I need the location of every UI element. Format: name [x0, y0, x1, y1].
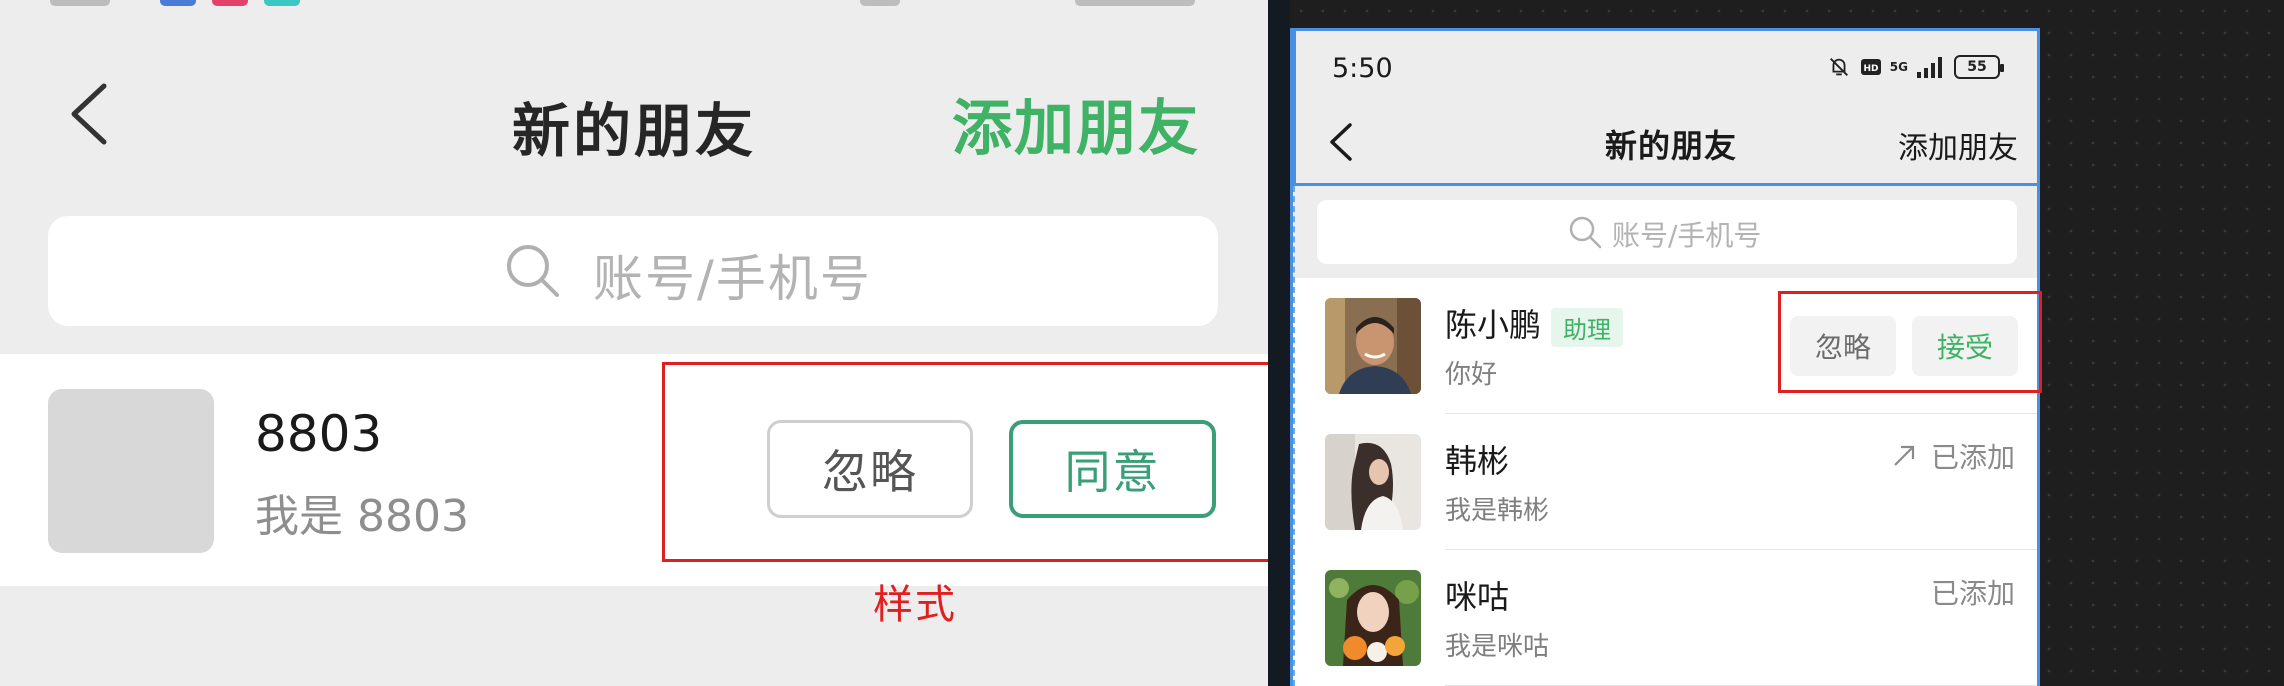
svg-text:HD: HD [1863, 64, 1878, 74]
status-fragment [50, 0, 110, 6]
battery-icon: 55 [1954, 55, 2004, 79]
search-placeholder: 账号/手机号 [593, 250, 872, 308]
battery-level: 55 [1967, 59, 1987, 75]
divider [1268, 0, 1290, 686]
app-notification-icon [264, 0, 300, 6]
app-notification-icon [212, 0, 248, 6]
status-icons: HD 5G 55 [1826, 53, 2004, 81]
cropped-status-bar [0, 0, 1268, 14]
app-notification-icon [160, 0, 196, 6]
status-fragment [1075, 0, 1195, 6]
annotation-label: 样式 [873, 582, 957, 628]
selection-dashed-outline [1293, 186, 2037, 686]
add-friend-link[interactable]: 添加朋友 [952, 80, 1200, 167]
signal-icon [1917, 57, 1942, 78]
header: 5:50 HD 5G 55 新的朋友 添加朋友 [1293, 28, 2037, 186]
annotation-highlight-box [662, 362, 1268, 562]
hd-icon: HD [1860, 59, 1881, 75]
search-input[interactable]: 账号/手机号 [48, 216, 1218, 326]
contact-message: 我是 8803 [255, 491, 469, 542]
network-indicator: 5G [1890, 61, 1908, 73]
avatar [48, 389, 214, 553]
reference-style-panel: 新的朋友 添加朋友 账号/手机号 8803 我是 8803 忽略 同意 样式 [0, 0, 1268, 686]
search-icon [507, 245, 559, 297]
add-friend-link[interactable]: 添加朋友 [1898, 123, 2018, 167]
contact-name: 8803 [255, 405, 383, 463]
status-time: 5:50 [1332, 53, 1393, 84]
mute-icon [1829, 58, 1848, 76]
network-label: 5G [1889, 60, 1908, 74]
annotation-highlight-box [1778, 291, 2042, 393]
status-fragment [860, 0, 900, 6]
